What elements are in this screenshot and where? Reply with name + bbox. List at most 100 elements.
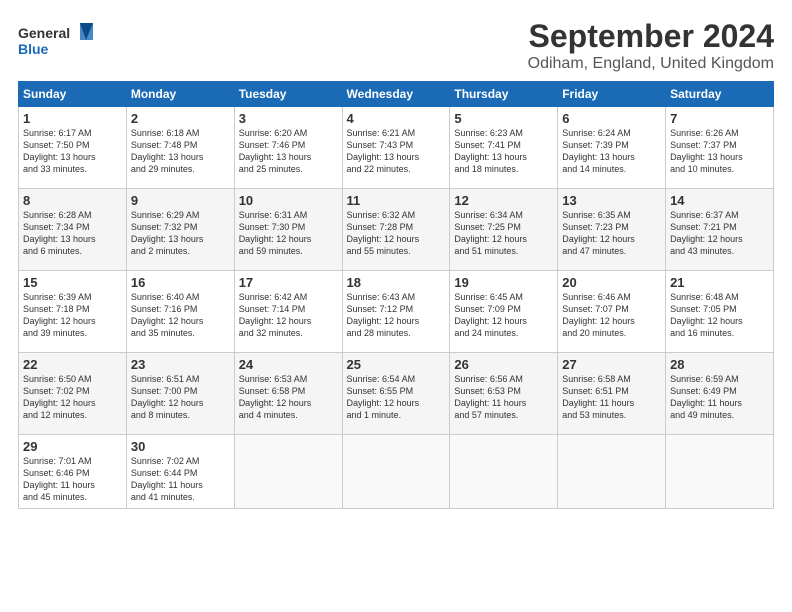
day-info: Sunrise: 6:59 AM Sunset: 6:49 PM Dayligh… bbox=[670, 373, 769, 422]
table-row: 2Sunrise: 6:18 AM Sunset: 7:48 PM Daylig… bbox=[126, 107, 234, 189]
day-info: Sunrise: 6:51 AM Sunset: 7:00 PM Dayligh… bbox=[131, 373, 230, 422]
table-row: 11Sunrise: 6:32 AM Sunset: 7:28 PM Dayli… bbox=[342, 189, 450, 271]
day-number: 27 bbox=[562, 357, 661, 372]
logo: General Blue bbox=[18, 18, 98, 63]
col-saturday: Saturday bbox=[666, 82, 774, 107]
day-info: Sunrise: 6:20 AM Sunset: 7:46 PM Dayligh… bbox=[239, 127, 338, 176]
day-number: 25 bbox=[347, 357, 446, 372]
day-info: Sunrise: 6:18 AM Sunset: 7:48 PM Dayligh… bbox=[131, 127, 230, 176]
day-number: 28 bbox=[670, 357, 769, 372]
day-number: 19 bbox=[454, 275, 553, 290]
day-number: 1 bbox=[23, 111, 122, 126]
table-row: 3Sunrise: 6:20 AM Sunset: 7:46 PM Daylig… bbox=[234, 107, 342, 189]
table-row: 1Sunrise: 6:17 AM Sunset: 7:50 PM Daylig… bbox=[19, 107, 127, 189]
day-info: Sunrise: 6:43 AM Sunset: 7:12 PM Dayligh… bbox=[347, 291, 446, 340]
table-row: 26Sunrise: 6:56 AM Sunset: 6:53 PM Dayli… bbox=[450, 353, 558, 435]
title-area: September 2024 Odiham, England, United K… bbox=[528, 18, 774, 73]
table-row: 17Sunrise: 6:42 AM Sunset: 7:14 PM Dayli… bbox=[234, 271, 342, 353]
day-info: Sunrise: 7:01 AM Sunset: 6:46 PM Dayligh… bbox=[23, 455, 122, 504]
day-info: Sunrise: 6:23 AM Sunset: 7:41 PM Dayligh… bbox=[454, 127, 553, 176]
table-row: 20Sunrise: 6:46 AM Sunset: 7:07 PM Dayli… bbox=[558, 271, 666, 353]
day-number: 23 bbox=[131, 357, 230, 372]
month-title: September 2024 bbox=[528, 18, 774, 55]
col-tuesday: Tuesday bbox=[234, 82, 342, 107]
day-number: 17 bbox=[239, 275, 338, 290]
table-row: 15Sunrise: 6:39 AM Sunset: 7:18 PM Dayli… bbox=[19, 271, 127, 353]
day-info: Sunrise: 6:35 AM Sunset: 7:23 PM Dayligh… bbox=[562, 209, 661, 258]
day-number: 21 bbox=[670, 275, 769, 290]
table-row: 30Sunrise: 7:02 AM Sunset: 6:44 PM Dayli… bbox=[126, 435, 234, 509]
day-info: Sunrise: 6:28 AM Sunset: 7:34 PM Dayligh… bbox=[23, 209, 122, 258]
table-row: 14Sunrise: 6:37 AM Sunset: 7:21 PM Dayli… bbox=[666, 189, 774, 271]
table-row: 27Sunrise: 6:58 AM Sunset: 6:51 PM Dayli… bbox=[558, 353, 666, 435]
day-info: Sunrise: 6:46 AM Sunset: 7:07 PM Dayligh… bbox=[562, 291, 661, 340]
day-info: Sunrise: 6:42 AM Sunset: 7:14 PM Dayligh… bbox=[239, 291, 338, 340]
table-row bbox=[558, 435, 666, 509]
table-row: 13Sunrise: 6:35 AM Sunset: 7:23 PM Dayli… bbox=[558, 189, 666, 271]
day-number: 8 bbox=[23, 193, 122, 208]
table-row bbox=[666, 435, 774, 509]
day-number: 18 bbox=[347, 275, 446, 290]
table-row: 18Sunrise: 6:43 AM Sunset: 7:12 PM Dayli… bbox=[342, 271, 450, 353]
header-row: Sunday Monday Tuesday Wednesday Thursday… bbox=[19, 82, 774, 107]
day-info: Sunrise: 6:26 AM Sunset: 7:37 PM Dayligh… bbox=[670, 127, 769, 176]
day-info: Sunrise: 6:34 AM Sunset: 7:25 PM Dayligh… bbox=[454, 209, 553, 258]
svg-text:General: General bbox=[18, 25, 70, 41]
col-sunday: Sunday bbox=[19, 82, 127, 107]
day-number: 5 bbox=[454, 111, 553, 126]
day-number: 24 bbox=[239, 357, 338, 372]
day-info: Sunrise: 6:40 AM Sunset: 7:16 PM Dayligh… bbox=[131, 291, 230, 340]
table-row: 10Sunrise: 6:31 AM Sunset: 7:30 PM Dayli… bbox=[234, 189, 342, 271]
day-number: 6 bbox=[562, 111, 661, 126]
day-number: 2 bbox=[131, 111, 230, 126]
table-row: 12Sunrise: 6:34 AM Sunset: 7:25 PM Dayli… bbox=[450, 189, 558, 271]
table-row: 25Sunrise: 6:54 AM Sunset: 6:55 PM Dayli… bbox=[342, 353, 450, 435]
table-row: 6Sunrise: 6:24 AM Sunset: 7:39 PM Daylig… bbox=[558, 107, 666, 189]
day-info: Sunrise: 6:56 AM Sunset: 6:53 PM Dayligh… bbox=[454, 373, 553, 422]
day-number: 30 bbox=[131, 439, 230, 454]
day-number: 4 bbox=[347, 111, 446, 126]
table-row: 9Sunrise: 6:29 AM Sunset: 7:32 PM Daylig… bbox=[126, 189, 234, 271]
calendar-table: Sunday Monday Tuesday Wednesday Thursday… bbox=[18, 81, 774, 509]
day-number: 16 bbox=[131, 275, 230, 290]
day-info: Sunrise: 6:17 AM Sunset: 7:50 PM Dayligh… bbox=[23, 127, 122, 176]
day-number: 9 bbox=[131, 193, 230, 208]
page: General Blue September 2024 Odiham, Engl… bbox=[0, 0, 792, 612]
table-row bbox=[342, 435, 450, 509]
table-row: 24Sunrise: 6:53 AM Sunset: 6:58 PM Dayli… bbox=[234, 353, 342, 435]
day-info: Sunrise: 6:45 AM Sunset: 7:09 PM Dayligh… bbox=[454, 291, 553, 340]
day-number: 29 bbox=[23, 439, 122, 454]
day-info: Sunrise: 6:31 AM Sunset: 7:30 PM Dayligh… bbox=[239, 209, 338, 258]
day-info: Sunrise: 6:24 AM Sunset: 7:39 PM Dayligh… bbox=[562, 127, 661, 176]
col-monday: Monday bbox=[126, 82, 234, 107]
svg-text:Blue: Blue bbox=[18, 41, 49, 57]
table-row bbox=[234, 435, 342, 509]
col-friday: Friday bbox=[558, 82, 666, 107]
table-row: 23Sunrise: 6:51 AM Sunset: 7:00 PM Dayli… bbox=[126, 353, 234, 435]
table-row: 7Sunrise: 6:26 AM Sunset: 7:37 PM Daylig… bbox=[666, 107, 774, 189]
day-info: Sunrise: 6:29 AM Sunset: 7:32 PM Dayligh… bbox=[131, 209, 230, 258]
table-row: 22Sunrise: 6:50 AM Sunset: 7:02 PM Dayli… bbox=[19, 353, 127, 435]
header-area: General Blue September 2024 Odiham, Engl… bbox=[18, 18, 774, 73]
day-number: 15 bbox=[23, 275, 122, 290]
table-row bbox=[450, 435, 558, 509]
day-number: 13 bbox=[562, 193, 661, 208]
table-row: 29Sunrise: 7:01 AM Sunset: 6:46 PM Dayli… bbox=[19, 435, 127, 509]
location-title: Odiham, England, United Kingdom bbox=[528, 55, 774, 73]
day-number: 3 bbox=[239, 111, 338, 126]
day-info: Sunrise: 6:54 AM Sunset: 6:55 PM Dayligh… bbox=[347, 373, 446, 422]
col-thursday: Thursday bbox=[450, 82, 558, 107]
day-number: 11 bbox=[347, 193, 446, 208]
table-row: 5Sunrise: 6:23 AM Sunset: 7:41 PM Daylig… bbox=[450, 107, 558, 189]
day-number: 20 bbox=[562, 275, 661, 290]
day-number: 26 bbox=[454, 357, 553, 372]
day-info: Sunrise: 6:39 AM Sunset: 7:18 PM Dayligh… bbox=[23, 291, 122, 340]
day-info: Sunrise: 7:02 AM Sunset: 6:44 PM Dayligh… bbox=[131, 455, 230, 504]
table-row: 4Sunrise: 6:21 AM Sunset: 7:43 PM Daylig… bbox=[342, 107, 450, 189]
day-info: Sunrise: 6:37 AM Sunset: 7:21 PM Dayligh… bbox=[670, 209, 769, 258]
day-number: 22 bbox=[23, 357, 122, 372]
table-row: 28Sunrise: 6:59 AM Sunset: 6:49 PM Dayli… bbox=[666, 353, 774, 435]
table-row: 8Sunrise: 6:28 AM Sunset: 7:34 PM Daylig… bbox=[19, 189, 127, 271]
table-row: 16Sunrise: 6:40 AM Sunset: 7:16 PM Dayli… bbox=[126, 271, 234, 353]
day-number: 7 bbox=[670, 111, 769, 126]
